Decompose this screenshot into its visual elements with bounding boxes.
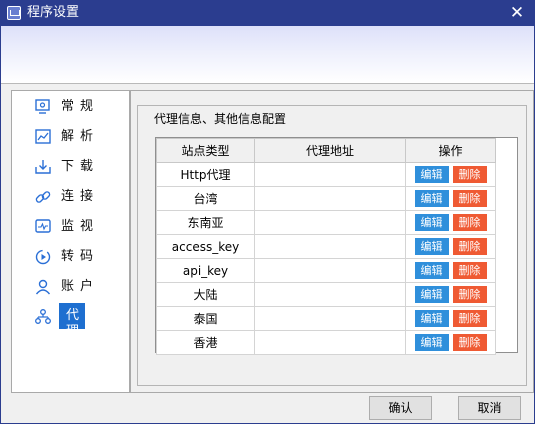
chart-icon: [34, 128, 52, 146]
delete-button[interactable]: 删除: [452, 238, 487, 255]
table-row[interactable]: api_key 编辑 删除: [156, 258, 496, 283]
edit-button[interactable]: 编辑: [414, 238, 449, 255]
nav-item-monitor[interactable]: 监视: [34, 215, 126, 239]
nav-item-label: 转码: [61, 249, 100, 264]
edit-button[interactable]: 编辑: [414, 166, 449, 183]
settings-nav: 常规 解析 下载 连接 监视 转码 账户 代理: [11, 90, 130, 393]
network-icon: [34, 308, 52, 326]
nav-item-proxy[interactable]: 代理: [34, 303, 126, 339]
window-title: 程序设置: [27, 5, 80, 20]
site-cell: 泰国: [156, 306, 255, 331]
delete-button[interactable]: 删除: [452, 262, 487, 279]
table-row[interactable]: access_key 编辑 删除: [156, 234, 496, 259]
proxy-address-cell[interactable]: [254, 282, 406, 307]
delete-button[interactable]: 删除: [452, 190, 487, 207]
app-icon: [7, 6, 21, 20]
delete-button[interactable]: 删除: [452, 310, 487, 327]
link-icon: [34, 188, 52, 206]
monitor-gear-icon: [34, 98, 52, 116]
site-cell: Http代理: [156, 162, 255, 187]
actions-cell: 编辑 删除: [405, 234, 496, 259]
site-cell: 大陆: [156, 282, 255, 307]
nav-item-general[interactable]: 常规: [34, 95, 126, 119]
nav-item-label: 解析: [61, 129, 100, 144]
edit-button[interactable]: 编辑: [414, 214, 449, 231]
actions-cell: 编辑 删除: [405, 210, 496, 235]
edit-button[interactable]: 编辑: [414, 262, 449, 279]
actions-cell: 编辑 删除: [405, 306, 496, 331]
nav-item-parse[interactable]: 解析: [34, 125, 126, 149]
column-header-proxy[interactable]: 代理地址: [254, 138, 406, 163]
monitor-icon: [34, 218, 52, 236]
settings-panel: 代理信息、其他信息配置 站点类型 代理地址 操作 Http代理 编辑 删除 台湾 编辑删…: [130, 90, 534, 393]
actions-cell: 编辑 删除: [405, 186, 496, 211]
settings-window: 程序设置 ✕ 常规 解析 下载 连接 监视 转码 账户 代理 代理信息、其他信息…: [0, 0, 535, 424]
site-cell: 香港: [156, 330, 255, 355]
column-header-actions[interactable]: 操作: [405, 138, 496, 163]
proxy-address-cell[interactable]: [254, 234, 406, 259]
close-icon[interactable]: ✕: [508, 4, 526, 22]
nav-item-connect[interactable]: 连接: [34, 185, 126, 209]
delete-button[interactable]: 删除: [452, 286, 487, 303]
table-row[interactable]: 香港 编辑 删除: [156, 330, 496, 355]
download-icon: [34, 158, 52, 176]
table-row[interactable]: 台湾 编辑 删除: [156, 186, 496, 211]
nav-item-label: 代理: [59, 303, 85, 339]
actions-cell: 编辑 删除: [405, 282, 496, 307]
nav-item-account[interactable]: 账户: [34, 275, 126, 299]
table-header-row: 站点类型 代理地址 操作: [156, 138, 496, 163]
column-header-site[interactable]: 站点类型: [156, 138, 255, 163]
delete-button[interactable]: 删除: [452, 334, 487, 351]
cancel-button[interactable]: 取消: [458, 396, 521, 420]
edit-button[interactable]: 编辑: [414, 286, 449, 303]
proxy-address-cell[interactable]: [254, 306, 406, 331]
edit-button[interactable]: 编辑: [414, 334, 449, 351]
nav-item-label: 监视: [61, 219, 100, 234]
nav-item-label: 常规: [61, 99, 100, 114]
site-cell: 台湾: [156, 186, 255, 211]
title-bar[interactable]: 程序设置 ✕: [1, 1, 534, 26]
actions-cell: 编辑 删除: [405, 330, 496, 355]
nav-item-transcode[interactable]: 转码: [34, 245, 126, 269]
group-title: 代理信息、其他信息配置: [152, 112, 289, 126]
delete-button[interactable]: 删除: [452, 166, 487, 183]
table-row[interactable]: Http代理 编辑 删除: [156, 162, 496, 187]
confirm-button[interactable]: 确认: [369, 396, 432, 420]
delete-button[interactable]: 删除: [452, 214, 487, 231]
site-cell: api_key: [156, 258, 255, 283]
transcode-icon: [34, 248, 52, 266]
nav-item-download[interactable]: 下载: [34, 155, 126, 179]
actions-cell: 编辑 删除: [405, 258, 496, 283]
nav-item-label: 下载: [61, 159, 100, 174]
proxy-groupbox: 代理信息、其他信息配置 站点类型 代理地址 操作 Http代理 编辑 删除 台湾 编辑删…: [137, 105, 527, 386]
proxy-address-cell[interactable]: [254, 210, 406, 235]
edit-button[interactable]: 编辑: [414, 310, 449, 327]
nav-item-label: 账户: [61, 279, 100, 294]
actions-cell: 编辑 删除: [405, 162, 496, 187]
site-cell: access_key: [156, 234, 255, 259]
proxy-address-cell[interactable]: [254, 186, 406, 211]
table-row[interactable]: 东南亚 编辑 删除: [156, 210, 496, 235]
proxy-table: 站点类型 代理地址 操作 Http代理 编辑 删除 台湾 编辑 删除 东南亚 编辑 删除 acce…: [155, 137, 518, 355]
nav-item-label: 连接: [61, 189, 100, 204]
table-row[interactable]: 大陆 编辑 删除: [156, 282, 496, 307]
proxy-address-cell[interactable]: [254, 258, 406, 283]
table-row[interactable]: 泰国 编辑 删除: [156, 306, 496, 331]
header-banner: [1, 26, 534, 84]
user-icon: [34, 278, 52, 296]
proxy-address-cell[interactable]: [254, 330, 406, 355]
proxy-address-cell[interactable]: [254, 162, 406, 187]
edit-button[interactable]: 编辑: [414, 190, 449, 207]
site-cell: 东南亚: [156, 210, 255, 235]
